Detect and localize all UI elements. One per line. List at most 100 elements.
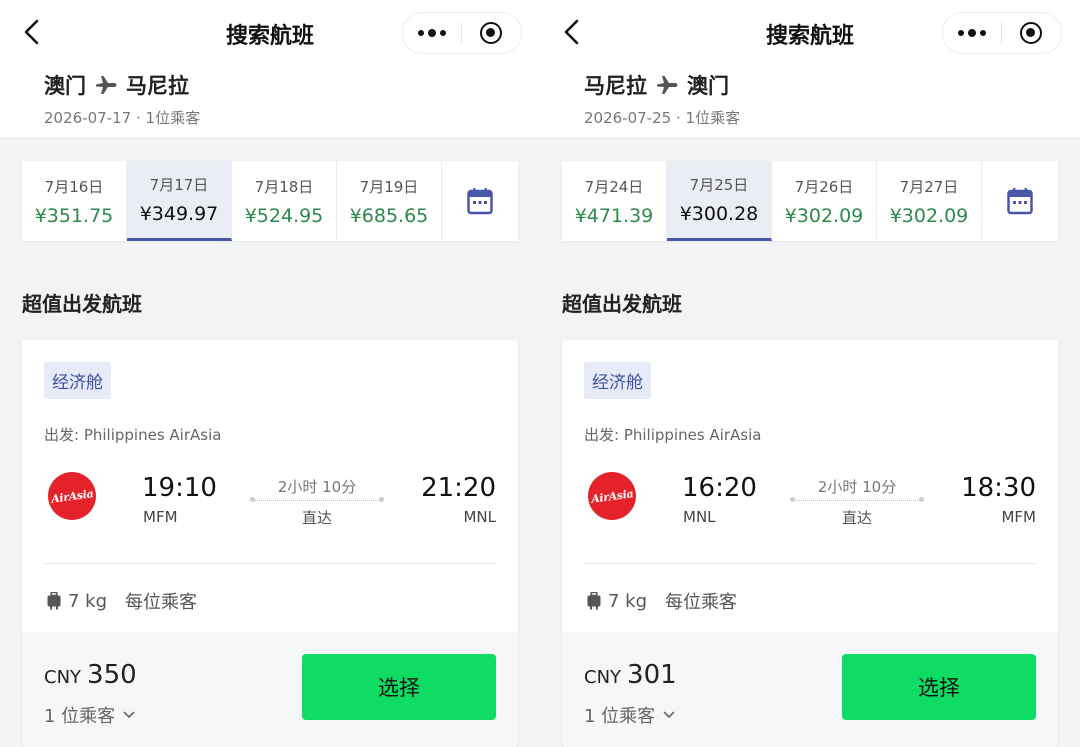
airasia-logo: AirAsia	[48, 472, 96, 520]
date-selector: 7月16日 ¥351.75 7月17日 ¥349.97 7月18日 ¥524.9…	[22, 161, 518, 241]
passenger-dropdown-label: 1 位乘客	[584, 706, 656, 727]
date-price: ¥471.39	[574, 204, 654, 227]
passenger-dropdown[interactable]: 1 位乘客	[584, 702, 675, 728]
date-price: ¥349.97	[139, 203, 219, 225]
cabin-badge: 经济舱	[584, 362, 651, 399]
date-price: ¥300.28	[679, 203, 759, 225]
passenger-dropdown-label: 1 位乘客	[44, 706, 116, 727]
date-label: 7月19日	[359, 177, 419, 196]
duration-line	[250, 497, 384, 502]
calendar-icon	[467, 188, 493, 215]
more-options-button[interactable]	[943, 13, 1001, 53]
trip-date: 2026-07-25	[584, 109, 672, 127]
date-option-selected[interactable]: 7月25日 ¥300.28	[667, 161, 772, 241]
arrival-time: 21:20	[421, 473, 496, 503]
date-label: 7月27日	[899, 177, 959, 196]
chevron-down-icon	[663, 711, 675, 719]
flight-card[interactable]: 经济舱 出发: Philippines AirAsia AirAsia 16:2…	[562, 340, 1058, 747]
flight-duration: 2小时 10分	[817, 478, 897, 496]
flight-card[interactable]: 经济舱 出发: Philippines AirAsia AirAsia 19:1…	[22, 340, 518, 747]
destination-city: 澳门	[687, 74, 729, 98]
flight-search-panel-outbound: 搜索航班 澳门 马尼拉 2026-07-17 · 1位乘客 7月16日 ¥351…	[0, 0, 540, 747]
date-option[interactable]: 7月24日 ¥471.39	[562, 161, 667, 241]
luggage-icon	[47, 592, 61, 610]
departure-time: 19:10	[142, 473, 217, 503]
flight-search-panel-return: 搜索航班 马尼拉 澳门 2026-07-25 · 1位乘客 7月24日 ¥471…	[540, 0, 1080, 747]
airplane-icon	[96, 76, 117, 94]
arrival-airport: MNL	[463, 508, 496, 526]
calendar-button[interactable]	[982, 161, 1058, 241]
departure-airline: 出发: Philippines AirAsia	[44, 426, 222, 444]
date-label: 7月25日	[689, 176, 749, 194]
date-selector: 7月24日 ¥471.39 7月25日 ¥300.28 7月26日 ¥302.0…	[562, 161, 1058, 241]
chevron-down-icon	[123, 711, 135, 719]
date-price: ¥351.75	[34, 204, 114, 227]
departure-airport: MFM	[143, 508, 178, 526]
date-option[interactable]: 7月16日 ¥351.75	[22, 161, 127, 241]
flight-duration: 2小时 10分	[277, 478, 357, 496]
target-icon	[480, 22, 502, 44]
price-amount: 350	[87, 660, 137, 690]
date-label: 7月18日	[254, 177, 314, 196]
date-label: 7月16日	[44, 177, 104, 196]
baggage-info: 7 kg 每位乘客	[46, 588, 197, 614]
date-label: 7月26日	[794, 177, 854, 196]
cabin-badge: 经济舱	[44, 362, 111, 399]
select-flight-button[interactable]: 选择	[842, 654, 1036, 720]
baggage-note: 每位乘客	[665, 592, 738, 613]
calendar-icon	[1007, 188, 1033, 215]
info-separator: ·	[675, 109, 681, 127]
logo-text: AirAsia	[590, 486, 634, 506]
mini-program-capsule	[942, 12, 1062, 54]
mini-program-capsule	[402, 12, 522, 54]
baggage-note: 每位乘客	[125, 592, 198, 613]
duration-line	[790, 497, 924, 502]
trip-date: 2026-07-17	[44, 109, 132, 127]
logo-text: AirAsia	[50, 486, 94, 506]
passenger-count: 1位乘客	[685, 109, 741, 127]
more-dots-icon	[418, 28, 446, 37]
stops-label: 直达	[841, 509, 872, 527]
departure-time: 16:20	[682, 473, 757, 503]
route: 澳门 马尼拉	[44, 70, 189, 100]
date-label: 7月24日	[584, 177, 644, 196]
origin-city: 马尼拉	[584, 74, 647, 98]
target-icon	[1020, 22, 1042, 44]
select-flight-button[interactable]: 选择	[302, 654, 496, 720]
price-amount: 301	[627, 660, 677, 690]
route: 马尼拉 澳门	[584, 70, 729, 100]
close-mini-program-button[interactable]	[1002, 13, 1060, 53]
destination-city: 马尼拉	[126, 74, 189, 98]
arrival-airport: MFM	[1001, 508, 1036, 526]
date-price: ¥302.09	[889, 204, 969, 227]
date-option[interactable]: 7月27日 ¥302.09	[877, 161, 982, 241]
arrival-time: 18:30	[961, 473, 1036, 503]
passenger-dropdown[interactable]: 1 位乘客	[44, 702, 135, 728]
baggage-allowance: 7 kg	[608, 590, 648, 612]
info-separator: ·	[135, 109, 141, 127]
price: CNY 350	[44, 660, 137, 690]
date-option[interactable]: 7月18日 ¥524.95	[232, 161, 337, 241]
divider	[584, 563, 1036, 564]
price-currency: CNY	[584, 667, 622, 688]
date-option[interactable]: 7月26日 ¥302.09	[772, 161, 877, 241]
baggage-allowance: 7 kg	[68, 590, 108, 612]
header: 搜索航班 澳门 马尼拉 2026-07-17 · 1位乘客	[0, 0, 540, 139]
header: 搜索航班 马尼拉 澳门 2026-07-25 · 1位乘客	[540, 0, 1080, 139]
baggage-info: 7 kg 每位乘客	[586, 588, 737, 614]
date-option[interactable]: 7月19日 ¥685.65	[337, 161, 442, 241]
more-dots-icon	[958, 28, 986, 37]
origin-city: 澳门	[44, 74, 86, 98]
divider	[44, 563, 496, 564]
price-currency: CNY	[44, 667, 82, 688]
airplane-icon	[657, 76, 678, 94]
calendar-button[interactable]	[442, 161, 518, 241]
passenger-count: 1位乘客	[145, 109, 201, 127]
section-title: 超值出发航班	[562, 292, 682, 316]
price: CNY 301	[584, 660, 677, 690]
date-option-selected[interactable]: 7月17日 ¥349.97	[127, 161, 232, 241]
airasia-logo: AirAsia	[588, 472, 636, 520]
more-options-button[interactable]	[403, 13, 461, 53]
close-mini-program-button[interactable]	[462, 13, 520, 53]
card-footer: CNY 301 1 位乘客 选择	[562, 632, 1058, 747]
